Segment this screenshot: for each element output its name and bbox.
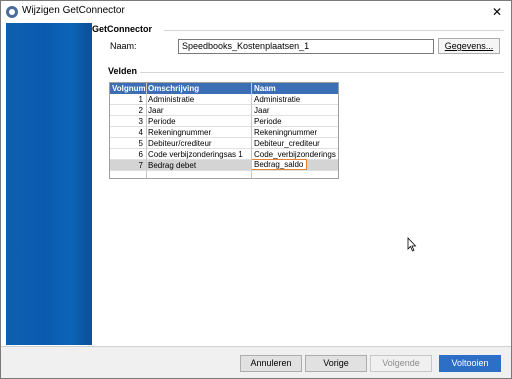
- section-title-fields: Velden: [108, 66, 138, 76]
- cell-name: Debiteur_crediteur: [254, 139, 320, 148]
- fields-grid[interactable]: Volgnummer Omschrijving Naam 1 Administra…: [109, 82, 339, 179]
- grid-header: Volgnummer Omschrijving Naam: [110, 83, 338, 94]
- column-divider: [146, 83, 147, 178]
- name-input[interactable]: Speedbooks_Kostenplaatsen_1: [178, 39, 434, 54]
- cell-number: 2: [138, 106, 143, 115]
- section-divider: [140, 72, 504, 73]
- cell-number: 5: [138, 139, 143, 148]
- app-icon: [6, 6, 18, 18]
- cell-name: Administratie: [254, 95, 301, 104]
- cell-description: Code verbijzonderingsas 1: [148, 150, 243, 159]
- cell-name: Code_verbijzonderingsas: [254, 150, 336, 159]
- wizard-footer: Annuleren Vorige Volgende Voltooien: [1, 347, 511, 378]
- cell-number: 6: [138, 150, 143, 159]
- cell-name: Bedrag_saldo: [254, 160, 304, 169]
- dialog-window: Wijzigen GetConnector ✕ GetConnector Naa…: [0, 0, 512, 379]
- close-icon[interactable]: ✕: [483, 1, 511, 23]
- column-header-description[interactable]: Omschrijving: [148, 84, 248, 93]
- column-header-number[interactable]: Volgnummer: [112, 84, 145, 93]
- title-bar[interactable]: Wijzigen GetConnector ✕: [1, 1, 511, 23]
- finish-button[interactable]: Voltooien: [439, 355, 501, 372]
- cell-name: Jaar: [254, 106, 270, 115]
- row-divider: [110, 170, 338, 171]
- cell-name: Rekeningnummer: [254, 128, 318, 137]
- cell-description: Rekeningnummer: [148, 128, 212, 137]
- cell-description: Debiteur/crediteur: [148, 139, 212, 148]
- cell-description: Periode: [148, 117, 176, 126]
- previous-button[interactable]: Vorige: [305, 355, 367, 372]
- section-divider: [164, 30, 504, 31]
- name-label: Naam:: [110, 41, 137, 51]
- wizard-sidebar-banner: [6, 23, 92, 345]
- cell-number: 1: [138, 95, 143, 104]
- column-divider: [251, 83, 252, 178]
- cell-description: Administratie: [148, 95, 195, 104]
- cell-description: Jaar: [148, 106, 164, 115]
- cell-number: 4: [138, 128, 143, 137]
- section-title-getconnector: GetConnector: [92, 24, 153, 34]
- cell-number: 7: [138, 161, 143, 170]
- content-area: GetConnector Naam: Speedbooks_Kostenplaa…: [92, 23, 509, 345]
- window-title: Wijzigen GetConnector: [22, 5, 125, 16]
- next-button[interactable]: Volgende: [370, 355, 432, 372]
- cancel-button[interactable]: Annuleren: [240, 355, 302, 372]
- cell-name: Periode: [254, 117, 282, 126]
- cell-name-editor[interactable]: Bedrag_saldo: [251, 159, 307, 170]
- mouse-cursor-icon: [407, 237, 417, 252]
- column-header-name[interactable]: Naam: [254, 84, 334, 93]
- cell-description: Bedrag debet: [148, 161, 197, 170]
- cell-number: 3: [138, 117, 143, 126]
- details-button[interactable]: Gegevens...: [438, 38, 500, 54]
